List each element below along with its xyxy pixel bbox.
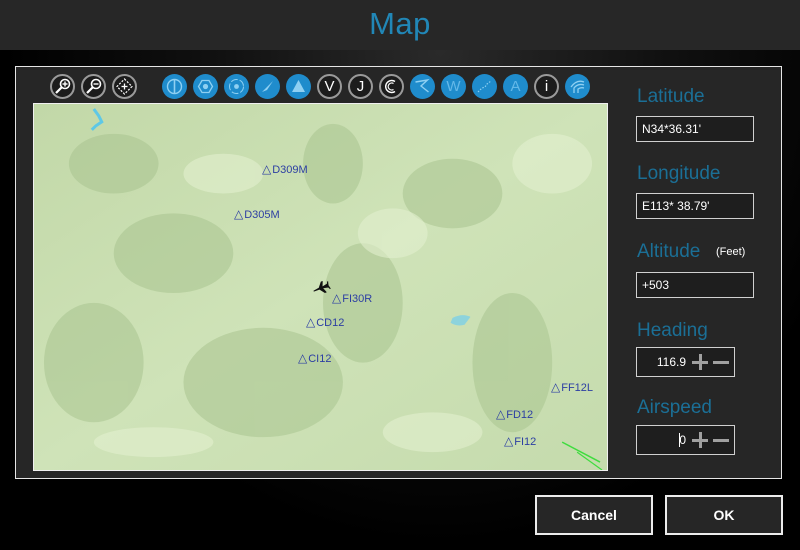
altitude-unit: (Feet) (716, 246, 746, 258)
letter-a-icon: A (510, 78, 521, 95)
track-icon (477, 80, 492, 93)
holding-patterns-button[interactable] (379, 74, 404, 99)
zoom-in-button[interactable] (50, 74, 75, 99)
runway-layer-button[interactable] (255, 74, 280, 99)
aircraft-icon[interactable] (311, 280, 331, 296)
heading-label: Heading (637, 320, 708, 341)
airspeed-decrement-icon[interactable] (713, 432, 729, 448)
waypoint-d309m[interactable]: △D309M (262, 163, 308, 176)
vor-icon (166, 78, 183, 95)
cancel-button[interactable]: Cancel (535, 495, 653, 535)
victor-airways-button[interactable]: V (317, 74, 342, 99)
runway-icon (262, 81, 273, 92)
title-bar: Map (0, 0, 800, 50)
waypoint-triangle-icon: △ (234, 207, 244, 221)
ndb-layer-button[interactable] (193, 74, 218, 99)
waypoint-triangle-icon: △ (306, 315, 316, 329)
route-icon (415, 78, 430, 93)
waypoint-fd12[interactable]: △FD12 (496, 408, 533, 421)
latitude-label: Latitude (637, 86, 705, 107)
waypoint-layer-button[interactable] (286, 74, 311, 99)
waypoint-triangle-icon: △ (504, 434, 514, 448)
terrain-layer-button[interactable] (565, 74, 590, 99)
altitude-field[interactable] (636, 272, 754, 298)
heading-value[interactable]: 116.9 (657, 355, 686, 369)
track-layer-button[interactable] (472, 74, 497, 99)
marker-layer-button[interactable] (224, 74, 249, 99)
altitude-label: Altitude (637, 241, 701, 262)
waypoint-triangle-icon: △ (551, 380, 561, 394)
zoom-out-icon (86, 78, 102, 94)
waypoint-triangle-icon: △ (332, 291, 342, 305)
waypoint-ff12l[interactable]: △FF12L (551, 381, 593, 394)
marker-beacon-icon (229, 79, 244, 94)
airspeed-stepper[interactable]: 0 (636, 425, 735, 455)
weather-layer-button[interactable]: W (441, 74, 466, 99)
ndb-hexagon-icon (197, 79, 214, 94)
center-button[interactable] (112, 74, 137, 99)
triangle-icon (292, 80, 305, 92)
airspeed-value[interactable]: 0 (679, 433, 686, 447)
info-icon: i (544, 78, 549, 95)
heading-stepper[interactable]: 116.9 (636, 347, 735, 377)
waypoint-triangle-icon: △ (298, 351, 308, 365)
longitude-field[interactable] (636, 193, 754, 219)
latitude-field[interactable] (636, 116, 754, 142)
letter-v-icon: V (324, 78, 335, 95)
map-view[interactable]: △D309M △D305M △FI30R △CD12 △CI12 △FF12L … (33, 103, 608, 471)
airspeed-increment-icon[interactable] (692, 432, 708, 448)
vor-layer-button[interactable] (162, 74, 187, 99)
heading-increment-icon[interactable] (692, 354, 708, 370)
waypoint-fi30r[interactable]: △FI30R (332, 292, 372, 305)
window-title: Map (369, 6, 431, 41)
zoom-out-button[interactable] (81, 74, 106, 99)
airspeed-label: Airspeed (637, 397, 712, 418)
waypoint-ci12[interactable]: △CI12 (298, 352, 331, 365)
letter-j-icon: J (356, 78, 365, 95)
waypoint-triangle-icon: △ (262, 162, 272, 176)
route-layer-button[interactable] (410, 74, 435, 99)
info-button[interactable]: i (534, 74, 559, 99)
center-crosshair-icon (116, 78, 133, 95)
jet-airways-button[interactable]: J (348, 74, 373, 99)
airport-layer-button[interactable]: A (503, 74, 528, 99)
waypoint-triangle-icon: △ (496, 407, 506, 421)
letter-w-icon: W (446, 78, 461, 95)
waypoint-fi12[interactable]: △FI12 (504, 435, 536, 448)
waypoint-cd12[interactable]: △CD12 (306, 316, 344, 329)
zoom-in-icon (55, 78, 71, 94)
ok-button[interactable]: OK (665, 495, 783, 535)
holding-pattern-icon (385, 79, 396, 94)
heading-decrement-icon[interactable] (713, 354, 729, 370)
terrain-icon (570, 80, 585, 93)
longitude-label: Longitude (637, 163, 721, 184)
waypoint-d305m[interactable]: △D305M (234, 208, 280, 221)
